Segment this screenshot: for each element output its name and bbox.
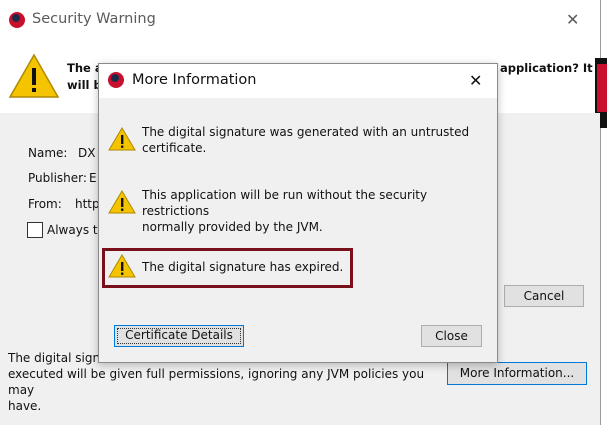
from-label: From: — [28, 197, 62, 211]
certificate-details-button[interactable]: Certificate Details — [114, 325, 244, 347]
java-logo-icon — [9, 12, 25, 28]
message-line: certificate. — [142, 141, 207, 155]
large-warning-icon — [8, 53, 60, 99]
description-line-3: have. — [8, 399, 42, 413]
message-line: normally provided by the JVM. — [142, 220, 323, 234]
warning-icon — [108, 127, 136, 151]
description-line-2: executed will be given full permissions,… — [8, 367, 425, 397]
cancel-button[interactable]: Cancel — [504, 285, 584, 307]
message-line: This application will be run without the… — [142, 188, 428, 218]
close-button[interactable]: Close — [421, 325, 482, 347]
message-line: The digital signature was generated with… — [142, 125, 470, 139]
expired-highlight-box — [102, 248, 353, 288]
publisher-label: Publisher: — [28, 171, 87, 185]
security-warning-title: Security Warning — [32, 11, 156, 27]
dialog-close-icon[interactable]: ✕ — [469, 71, 482, 90]
from-value[interactable]: http — [75, 197, 100, 211]
warning-icon — [108, 190, 136, 214]
name-value: DX — [78, 146, 96, 160]
question-right-text: application? It — [500, 61, 593, 75]
java-logo-icon — [108, 72, 124, 88]
untrusted-certificate-message: The digital signature was generated with… — [142, 124, 472, 156]
always-trust-checkbox[interactable] — [27, 222, 43, 238]
name-label: Name: — [28, 146, 68, 160]
certificate-details-label: Certificate Details — [125, 328, 233, 342]
publisher-value: E — [89, 171, 97, 185]
security-warning-close-icon[interactable]: ✕ — [566, 10, 579, 29]
no-security-restrictions-message: This application will be run without the… — [142, 187, 477, 235]
dialog-title: More Information — [132, 72, 257, 88]
always-trust-label: Always t — [47, 223, 98, 237]
more-information-button[interactable]: More Information... — [447, 362, 587, 385]
